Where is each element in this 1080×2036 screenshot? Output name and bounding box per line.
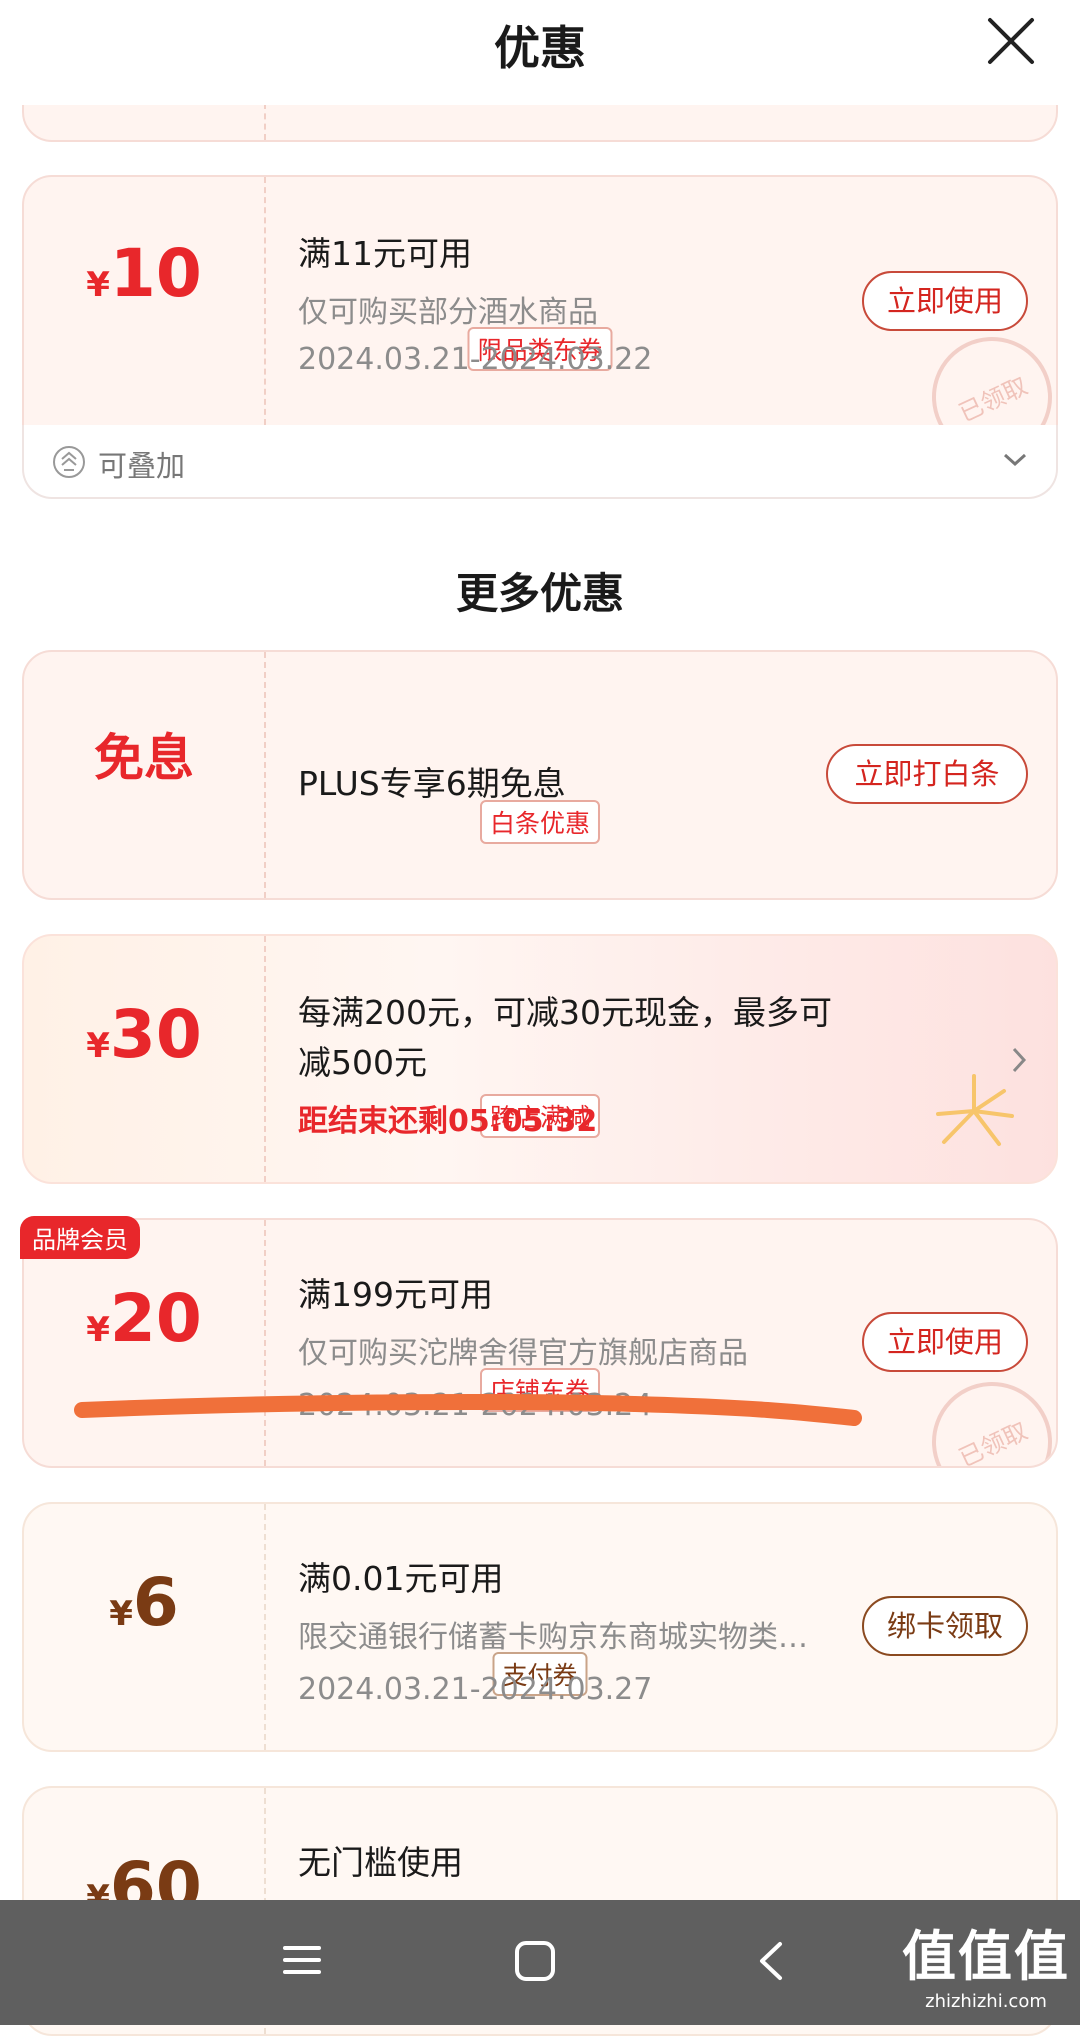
use-now-button[interactable]: 立即使用 [862,1312,1028,1372]
amount-value: 6 [132,1564,179,1641]
card-divider [264,1220,266,1466]
coupon-condition: 无门槛使用 [298,1843,463,1882]
coupon-card-top: ¥10 限品类东券 满11元可用 仅可购买部分酒水商品 2024.03.21-2… [22,175,1058,427]
watermark: 值值值 zhizhizhi.com [902,1912,1070,2012]
coupon-amount: ¥6 [24,1564,264,1641]
firework-decoration-icon [936,1074,1014,1146]
amount-value: 20 [109,1280,202,1357]
coupon-card-payment: ¥6 支付券 满0.01元可用 限交通银行储蓄卡购京东商城实物类… 2024.0… [22,1502,1058,1752]
stack-icon [53,446,85,478]
coupon-description: 仅可购买部分酒水商品 [298,295,598,330]
page-title: 优惠 [494,21,586,75]
card-divider [264,652,266,898]
coupon-date-range: 2024.03.21-2024.03.27 [298,1672,653,1707]
coupon-condition: 满0.01元可用 [298,1559,504,1598]
coupon-amount: ¥20 [24,1280,264,1357]
header: 优惠 [0,0,1080,105]
coupon-card-cross-store[interactable]: ¥30 跨店满减 每满200元，可减30元现金，最多可 减500元 距结束还剩0… [22,934,1058,1184]
coupon-amount: ¥10 [24,235,264,312]
amount-value: 免息 [94,729,194,787]
stackable-label: 可叠加 [98,449,186,483]
close-icon[interactable] [984,14,1038,68]
currency-symbol: ¥ [109,1594,133,1634]
coupon-condition: 满11元可用 [298,234,472,273]
watermark-sub: zhizhizhi.com [925,1991,1047,2012]
card-divider [264,936,266,1182]
home-icon[interactable] [514,1940,556,1982]
amount-value: 30 [109,996,202,1073]
currency-symbol: ¥ [86,1310,110,1350]
countdown-timer: 距结束还剩05:05:32 [298,1104,598,1139]
section-title: 更多优惠 [455,569,624,618]
coupon-amount: 免息 [24,718,264,790]
coupon-description: 限交通银行储蓄卡购京东商城实物类… [298,1620,808,1655]
coupon-card-interest-free: 免息 白条优惠 PLUS专享6期免息 立即打白条 [22,650,1058,900]
coupon-card-store: ¥20 店铺东券 满199元可用 仅可购买沱牌舍得官方旗舰店商品 2024.03… [22,1218,1058,1468]
use-baitiao-button[interactable]: 立即打白条 [826,744,1028,804]
coupon-condition: PLUS专享6期免息 [298,764,566,803]
brand-member-badge: 品牌会员 [20,1216,140,1259]
chevron-down-icon[interactable] [1002,451,1028,469]
coupon-amount: ¥30 [24,996,264,1073]
recent-apps-icon[interactable] [282,1940,322,1980]
amount-value: 10 [109,235,202,312]
claimed-stamp: 已领取 [912,317,1056,425]
currency-symbol: ¥ [86,265,110,305]
watermark-main: 值值值 [902,1925,1070,1988]
bind-card-button[interactable]: 绑卡领取 [862,1596,1028,1656]
coupon-condition-line1: 每满200元，可减30元现金，最多可 [298,993,832,1032]
back-icon[interactable] [756,1940,786,1982]
coupon-condition: 满199元可用 [298,1275,493,1314]
card-divider [264,1504,266,1750]
annotation-underline [74,1394,862,1426]
stackable-row[interactable]: 可叠加 [22,425,1058,499]
claimed-stamp: 已领取 [912,1362,1056,1466]
coupon-description: 仅可购买沱牌舍得官方旗舰店商品 [298,1336,748,1371]
use-now-button[interactable]: 立即使用 [862,271,1028,331]
currency-symbol: ¥ [86,1026,110,1066]
coupon-condition-line2: 减500元 [298,1043,427,1082]
coupon-date-range: 2024.03.21-2024.03.22 [298,342,653,377]
card-divider [264,177,266,425]
coupon-type-tag: 白条优惠 [479,800,601,844]
chevron-right-icon[interactable] [1010,1046,1028,1074]
